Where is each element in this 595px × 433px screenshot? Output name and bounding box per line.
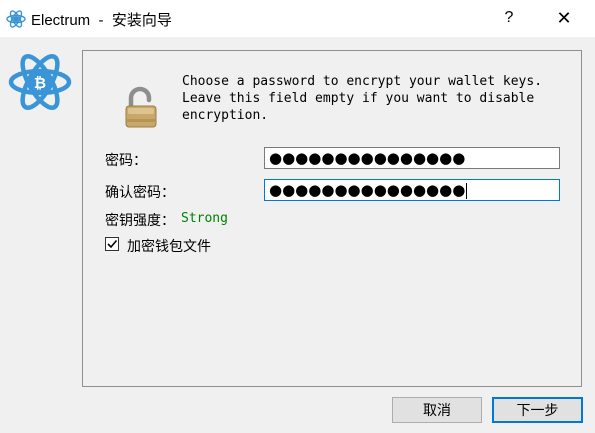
text-caret: [466, 182, 468, 199]
instruction-line: encryption.: [182, 108, 269, 123]
confirm-password-field[interactable]: ●●●●●●●●●●●●●●●: [264, 179, 560, 201]
instruction-line: Leave this field empty if you want to di…: [182, 91, 535, 106]
confirm-password-value: ●●●●●●●●●●●●●●●: [269, 181, 466, 199]
electrum-app-icon: [6, 10, 26, 28]
password-value: ●●●●●●●●●●●●●●●: [269, 149, 466, 167]
checkmark-icon: [107, 239, 118, 249]
instruction-message: Choose a password to encrypt your wallet…: [182, 73, 572, 124]
confirm-password-label: 确认密码：: [105, 184, 175, 200]
svg-text:₿: ₿: [34, 74, 46, 92]
lock-icon: [125, 86, 157, 128]
next-button[interactable]: 下一步: [492, 397, 583, 423]
window-title: Electrum - 安装向导: [31, 12, 172, 29]
wizard-panel: Choose a password to encrypt your wallet…: [82, 50, 582, 387]
electrum-logo-icon: ₿: [8, 54, 72, 110]
password-field[interactable]: ●●●●●●●●●●●●●●●: [264, 147, 560, 169]
encrypt-wallet-label[interactable]: 加密钱包文件: [127, 236, 211, 256]
instruction-line: Choose a password to encrypt your wallet…: [182, 74, 543, 89]
key-strength-value: Strong: [181, 211, 228, 226]
encrypt-wallet-checkbox[interactable]: [105, 237, 119, 251]
title-bar: Electrum - 安装向导 ? ✕: [0, 0, 595, 37]
help-button[interactable]: ?: [494, 6, 524, 30]
close-button[interactable]: ✕: [549, 6, 579, 30]
key-strength-label: 密钥强度：: [105, 212, 175, 228]
password-label: 密码：: [105, 152, 147, 168]
cancel-button[interactable]: 取消: [392, 397, 482, 423]
